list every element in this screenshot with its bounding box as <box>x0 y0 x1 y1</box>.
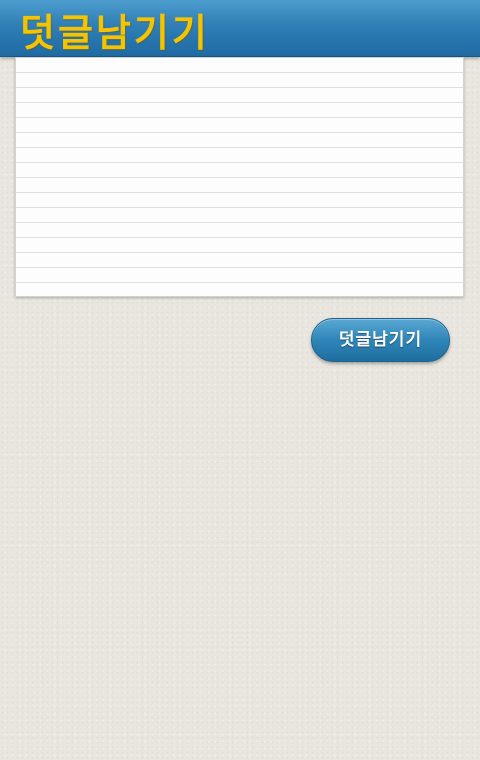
page-title: 덧글남기기 <box>20 11 210 55</box>
submit-comment-button[interactable]: 덧글남기기 <box>311 318 450 362</box>
header-bar: 덧글남기기 <box>0 0 480 57</box>
comment-note-paper <box>15 57 464 297</box>
comment-input[interactable] <box>16 58 463 296</box>
